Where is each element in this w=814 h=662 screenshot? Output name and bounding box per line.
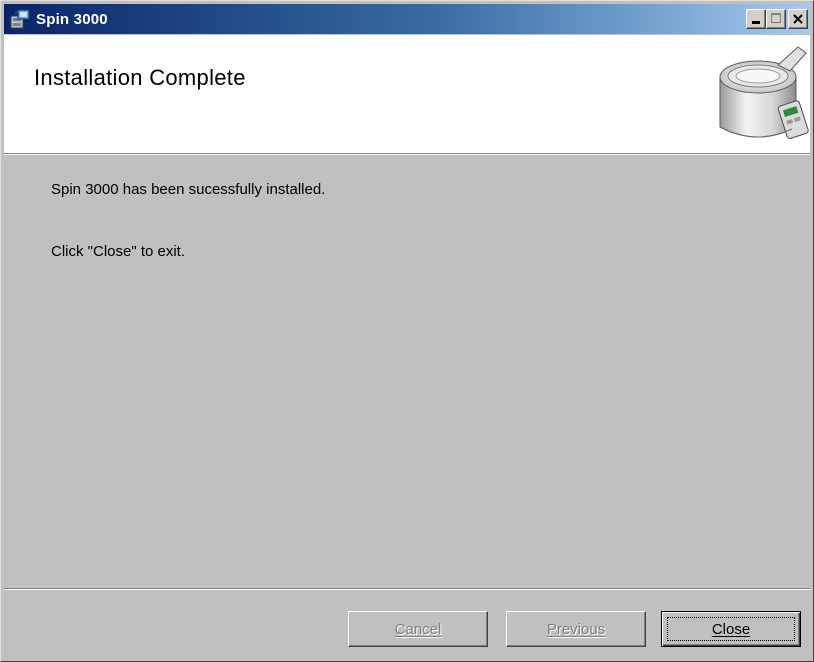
close-button[interactable]: Close [661,611,801,647]
page-title: Installation Complete [34,65,246,90]
maximize-icon[interactable] [766,9,786,29]
instruction-message: Click "Close" to exit. [51,243,186,260]
success-message: Spin 3000 has been sucessfully installed… [51,181,326,198]
previous-button-label: Previous [546,620,606,638]
window-title: Spin 3000 [36,10,108,28]
cancel-button-label: Cancel [394,620,442,638]
installer-window: Spin 3000 Installation Complete Spin 300… [0,0,814,662]
footer-divider-highlight [4,589,810,590]
previous-button[interactable]: Previous [506,611,646,647]
cancel-button[interactable]: Cancel [348,611,488,647]
bread-machine-illustration [706,39,810,149]
focus-ring [667,617,795,641]
header-banner: Installation Complete [4,35,810,154]
content-area: Spin 3000 has been sucessfully installed… [4,155,810,587]
close-icon[interactable] [788,9,808,29]
minimize-icon[interactable] [746,9,766,29]
caption-buttons [746,9,808,29]
installer-icon [9,8,31,30]
title-bar[interactable]: Spin 3000 [4,4,810,34]
